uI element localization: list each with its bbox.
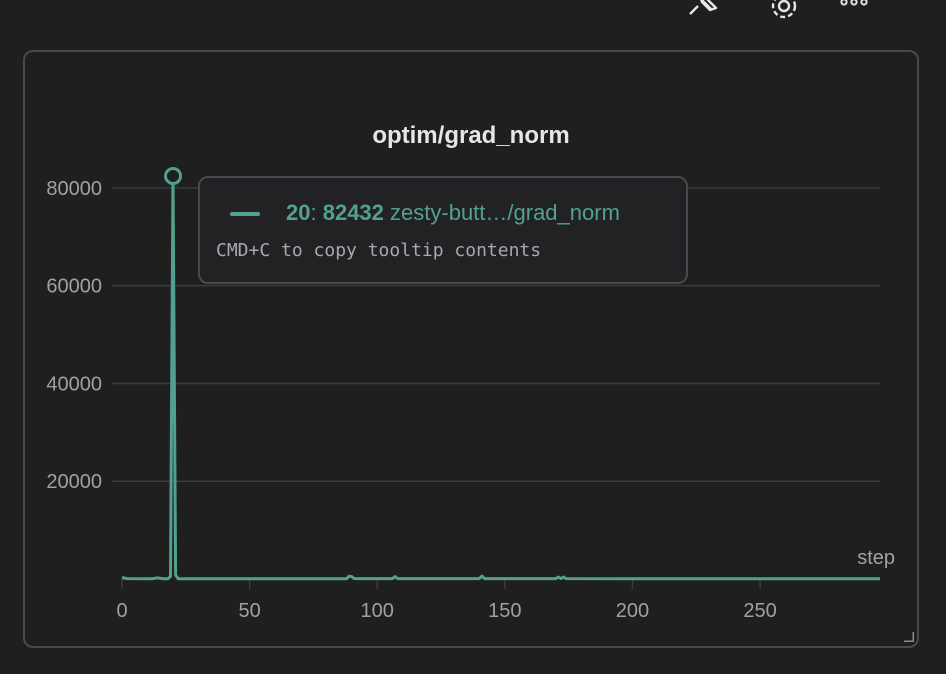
x-tick-label: 0 [116, 600, 127, 622]
tooltip-value: 82432 [322, 200, 384, 225]
tooltip-hint: CMD+C to copy tooltip contents [216, 240, 542, 261]
chart-title: optim/grad_norm [372, 122, 569, 149]
series-swatch [230, 212, 260, 216]
x-tick-label: 100 [361, 600, 394, 622]
hover-point-marker [164, 167, 183, 185]
x-tick-label: 50 [238, 600, 260, 622]
y-tick-label: 20000 [46, 471, 102, 493]
y-tick-label: 40000 [46, 373, 102, 395]
tooltip-series-label: zesty-butt…/grad_norm [390, 200, 620, 225]
x-tick-label: 250 [743, 600, 776, 622]
tooltip: 20: 82432 zesty-butt…/grad_norm CMD+C to… [198, 176, 688, 284]
y-tick-label: 60000 [46, 276, 102, 298]
resize-handle-icon[interactable] [902, 630, 914, 642]
tooltip-separator: : [310, 200, 323, 225]
x-axis-label: step [857, 547, 895, 569]
x-tick-label: 150 [488, 600, 521, 622]
y-tick-label: 80000 [46, 178, 102, 200]
x-tick-label: 200 [616, 600, 649, 622]
tooltip-step: 20 [286, 200, 311, 225]
tooltip-row: 20: 82432 zesty-butt…/grad_norm [286, 200, 620, 226]
line-chart: optim/grad_norm 20000 40000 60000 80000 0 50 1… [46, 122, 895, 622]
